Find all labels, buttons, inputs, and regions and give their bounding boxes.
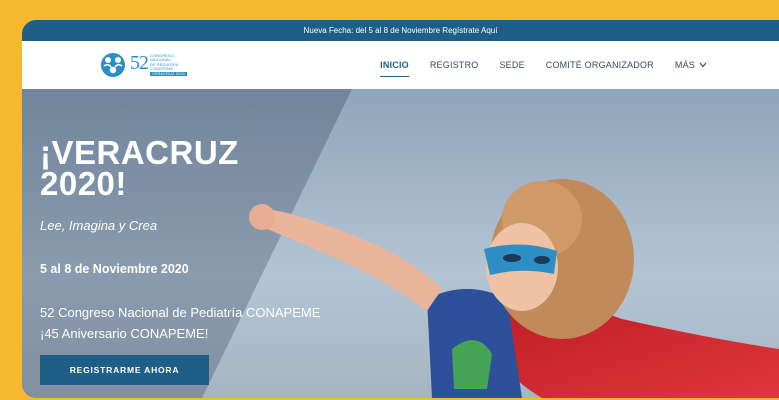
logo-line: CONAPEME <box>150 66 174 71</box>
main-nav: INICIO REGISTRO SEDE COMITÉ ORGANIZADOR … <box>380 41 779 89</box>
nav-item-mas[interactable]: MÁS <box>675 41 707 89</box>
navbar: 52 CONGRESO NACIONAL DE PEDIATRÍA CONAPE… <box>22 41 779 89</box>
logo-bar: VERACRUZ 2020 <box>150 71 187 76</box>
hero-title-line: ¡VERACRUZ <box>40 134 239 171</box>
browser-frame: Nueva Fecha: del 5 al 8 de Noviembre Reg… <box>22 20 779 398</box>
nav-item-comite[interactable]: COMITÉ ORGANIZADOR <box>546 41 654 89</box>
hero-subtitle: 52 Congreso Nacional de Pediatría CONAPE… <box>40 305 321 320</box>
hero-tagline: Lee, Imagina y Crea <box>40 218 158 233</box>
nav-item-registro[interactable]: REGISTRO <box>430 41 479 89</box>
nav-item-sede[interactable]: SEDE <box>499 41 524 89</box>
nav-item-label: INICIO <box>380 60 409 70</box>
site-logo[interactable]: 52 CONGRESO NACIONAL DE PEDIATRÍA CONAPE… <box>98 52 187 78</box>
nav-item-label: SEDE <box>499 60 525 70</box>
hero-title: ¡VERACRUZ 2020! <box>40 134 300 202</box>
logo-number: 52 <box>130 52 149 75</box>
hero-section: ¡VERACRUZ 2020! Lee, Imagina y Crea 5 al… <box>22 89 779 398</box>
hero-anniversary: ¡45 Aniversario CONAPEME! <box>40 326 209 341</box>
register-now-button[interactable]: REGISTRARME AHORA <box>40 355 209 385</box>
nav-item-label: MÁS <box>674 60 695 70</box>
hero-date: 5 al 8 de Noviembre 2020 <box>40 262 189 276</box>
chevron-down-icon <box>699 60 707 70</box>
announcement-bar[interactable]: Nueva Fecha: del 5 al 8 de Noviembre Reg… <box>22 20 779 41</box>
nav-item-label: REGISTRO <box>429 60 479 70</box>
announcement-text[interactable]: Nueva Fecha: del 5 al 8 de Noviembre Reg… <box>304 26 498 35</box>
hero-title-line: 2020! <box>40 165 127 202</box>
nav-item-label: COMITÉ ORGANIZADOR <box>545 60 654 70</box>
nav-item-inicio[interactable]: INICIO <box>380 41 409 89</box>
logo-icon <box>98 52 128 78</box>
